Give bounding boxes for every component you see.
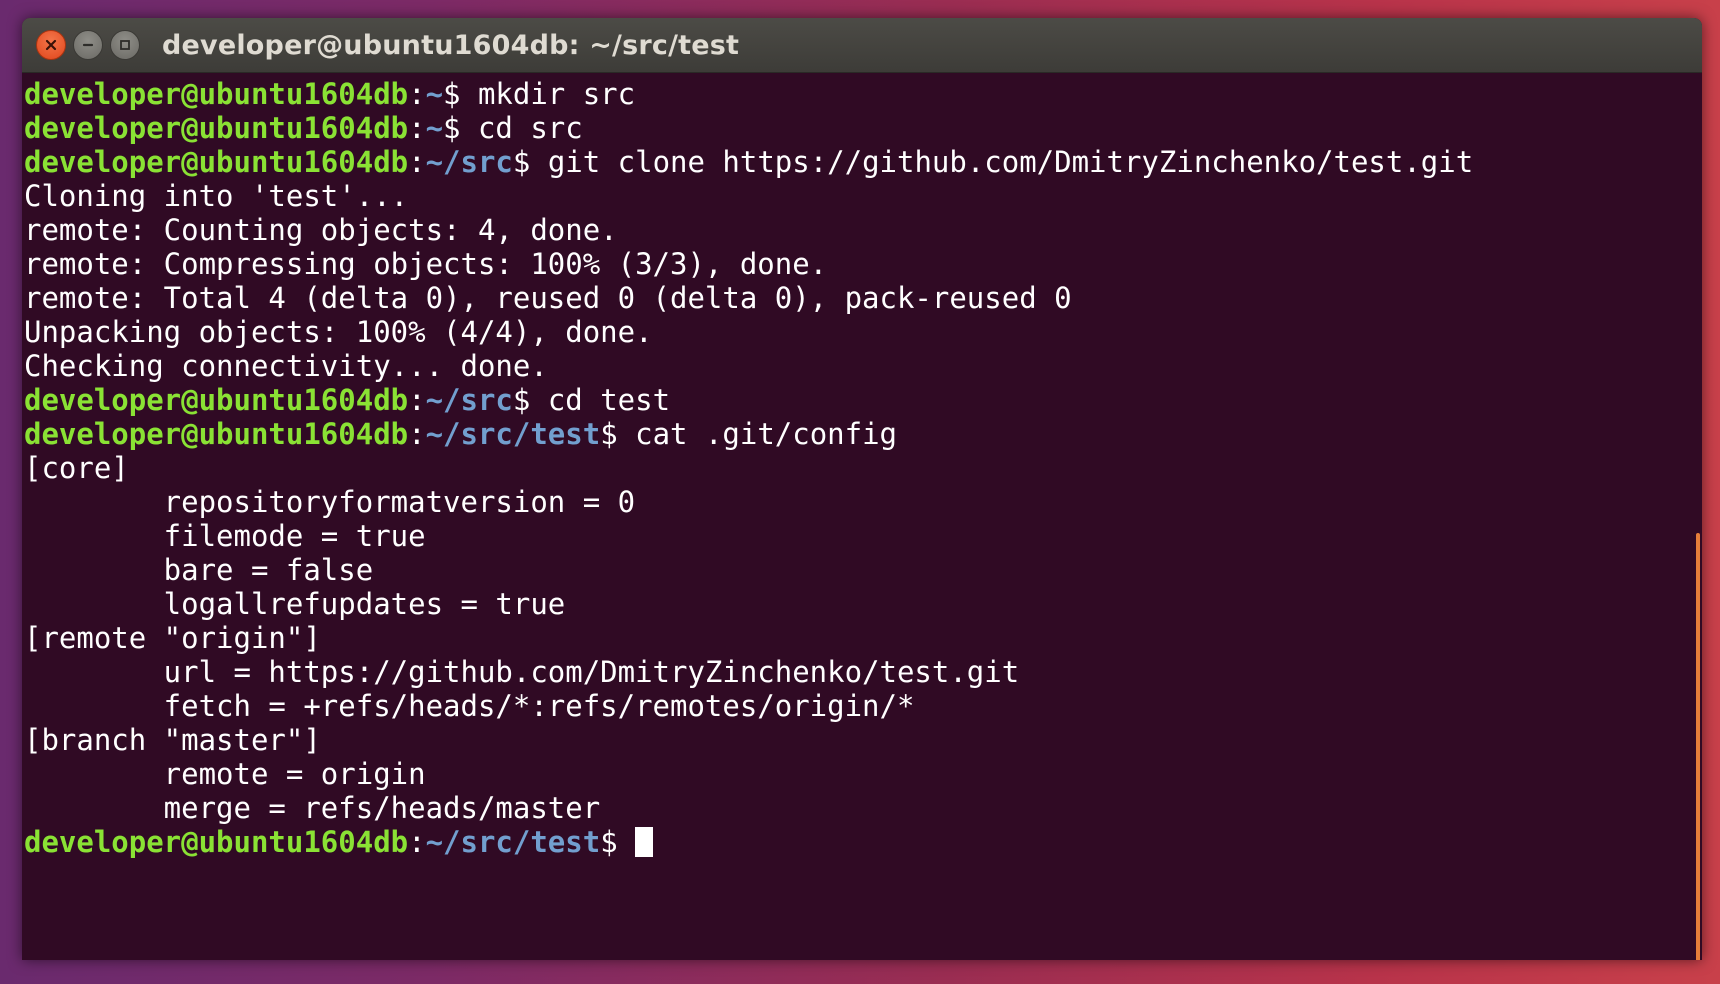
line-text: Checking connectivity... done. <box>24 349 548 383</box>
prompt-separator: : <box>408 383 426 417</box>
terminal-line: [remote "origin"] <box>24 621 1702 655</box>
prompt-user: developer@ubuntu1604db <box>24 145 409 179</box>
line-text: url = https://github.com/DmitryZinchenko… <box>24 655 1020 689</box>
line-text: remote = origin <box>24 757 426 791</box>
close-button[interactable] <box>36 30 66 60</box>
terminal-line: logallrefupdates = true <box>24 587 1702 621</box>
line-text: [remote "origin"] <box>24 621 321 655</box>
prompt-separator: : <box>408 417 426 451</box>
minimize-icon <box>82 43 94 47</box>
window-controls <box>36 30 140 60</box>
terminal-window: developer@ubuntu1604db: ~/src/test devel… <box>22 18 1702 960</box>
prompt-separator: : <box>408 77 426 111</box>
line-text: bare = false <box>24 553 374 587</box>
line-text: cd src <box>477 111 583 145</box>
prompt-separator: : <box>408 111 426 145</box>
prompt-user: developer@ubuntu1604db <box>24 77 409 111</box>
scrollbar[interactable] <box>1696 533 1700 960</box>
terminal-line: remote: Total 4 (delta 0), reused 0 (del… <box>24 281 1702 315</box>
terminal-output: developer@ubuntu1604db:~$ mkdir src devel… <box>24 77 1702 859</box>
terminal-line: developer@ubuntu1604db:~/src/test$ cat .… <box>24 417 1702 451</box>
terminal-line: remote: Counting objects: 4, done. <box>24 213 1702 247</box>
terminal-line: [branch "master"] <box>24 723 1702 757</box>
terminal-line: developer@ubuntu1604db:~$ mkdir src <box>24 77 1702 111</box>
prompt-user: developer@ubuntu1604db <box>24 111 409 145</box>
line-text: repositoryformatversion = 0 <box>24 485 636 519</box>
current-prompt-line: developer@ubuntu1604db:~/src/test$ <box>24 825 1702 859</box>
line-text: Unpacking objects: 100% (4/4), done. <box>24 315 653 349</box>
title-bar[interactable]: developer@ubuntu1604db: ~/src/test <box>22 18 1702 73</box>
line-text: [core] <box>24 451 129 485</box>
close-icon <box>45 39 57 51</box>
prompt-path: ~/src <box>425 145 513 179</box>
terminal-line: filemode = true <box>24 519 1702 553</box>
line-text: cat .git/config <box>635 417 898 451</box>
line-text: filemode = true <box>24 519 426 553</box>
maximize-icon <box>120 40 130 50</box>
prompt-symbol: $ <box>600 417 636 451</box>
line-text: logallrefupdates = true <box>24 587 566 621</box>
terminal-line: Cloning into 'test'... <box>24 179 1702 213</box>
line-text: remote: Compressing objects: 100% (3/3),… <box>24 247 828 281</box>
line-text: cd test <box>547 383 671 417</box>
prompt-path: ~/src/test <box>425 825 601 859</box>
terminal-line: Checking connectivity... done. <box>24 349 1702 383</box>
prompt-symbol: $ <box>443 77 478 111</box>
terminal-line: repositoryformatversion = 0 <box>24 485 1702 519</box>
terminal-line: developer@ubuntu1604db:~$ cd src <box>24 111 1702 145</box>
prompt-path: ~ <box>425 77 444 111</box>
prompt-symbol: $ <box>512 145 548 179</box>
line-text: [branch "master"] <box>24 723 321 757</box>
prompt-separator: : <box>408 825 426 859</box>
prompt-symbol: $ <box>443 111 478 145</box>
line-text: merge = refs/heads/master <box>24 791 601 825</box>
terminal-line: developer@ubuntu1604db:~/src$ git clone … <box>24 145 1702 179</box>
terminal-line: fetch = +refs/heads/*:refs/remotes/origi… <box>24 689 1702 723</box>
prompt-path: ~/src/test <box>425 417 601 451</box>
line-text: remote: Counting objects: 4, done. <box>24 213 618 247</box>
terminal-line: remote = origin <box>24 757 1702 791</box>
terminal-line: remote: Compressing objects: 100% (3/3),… <box>24 247 1702 281</box>
terminal-line: [core] <box>24 451 1702 485</box>
text-cursor <box>635 827 654 857</box>
terminal-line: bare = false <box>24 553 1702 587</box>
prompt-path: ~ <box>425 111 444 145</box>
line-text: Cloning into 'test'... <box>24 179 409 213</box>
line-text: remote: Total 4 (delta 0), reused 0 (del… <box>24 281 1072 315</box>
line-text: fetch = +refs/heads/*:refs/remotes/origi… <box>24 689 915 723</box>
line-text: git clone https://github.com/DmitryZinch… <box>547 145 1474 179</box>
prompt-user: developer@ubuntu1604db <box>24 417 409 451</box>
minimize-button[interactable] <box>73 30 103 60</box>
window-title: developer@ubuntu1604db: ~/src/test <box>162 29 740 61</box>
prompt-user: developer@ubuntu1604db <box>24 383 409 417</box>
prompt-path: ~/src <box>425 383 513 417</box>
terminal-line: developer@ubuntu1604db:~/src$ cd test <box>24 383 1702 417</box>
terminal-area[interactable]: developer@ubuntu1604db:~$ mkdir src devel… <box>22 73 1702 960</box>
line-text: mkdir src <box>477 77 636 111</box>
prompt-symbol: $ <box>600 825 636 859</box>
terminal-line: url = https://github.com/DmitryZinchenko… <box>24 655 1702 689</box>
maximize-button[interactable] <box>110 30 140 60</box>
terminal-line: merge = refs/heads/master <box>24 791 1702 825</box>
terminal-line: Unpacking objects: 100% (4/4), done. <box>24 315 1702 349</box>
prompt-separator: : <box>408 145 426 179</box>
prompt-symbol: $ <box>512 383 548 417</box>
prompt-user: developer@ubuntu1604db <box>24 825 409 859</box>
